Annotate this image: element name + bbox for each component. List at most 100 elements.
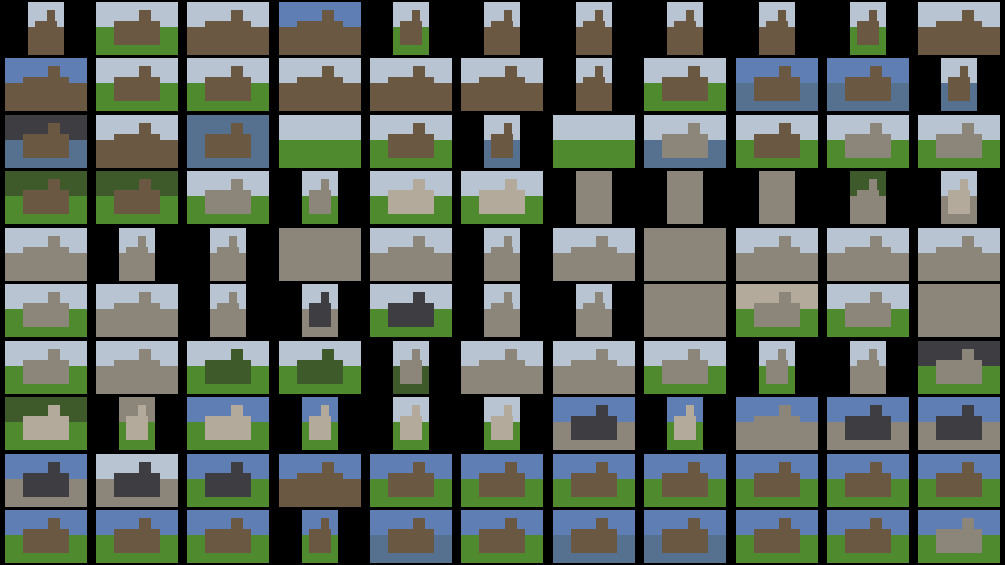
photo-subject (570, 416, 617, 441)
photo-tower (139, 179, 152, 192)
photo-tower (596, 461, 609, 474)
photo-cell (548, 226, 639, 283)
photo-subject (205, 20, 252, 45)
photo-thumbnail (849, 1, 886, 55)
photo-tower (322, 235, 335, 248)
photo-cell (457, 509, 548, 565)
photo-cell (183, 509, 274, 565)
photo-tower (320, 292, 329, 305)
photo-thumbnail (4, 510, 87, 563)
photo-subject (948, 77, 971, 102)
photo-subject (765, 20, 788, 45)
photo-cell (548, 339, 639, 396)
photo-thumbnail (370, 114, 453, 168)
photo-subject (856, 359, 879, 384)
photo-thumbnail (552, 340, 635, 394)
photo-thumbnail (393, 1, 430, 55)
photo-cell (91, 452, 182, 509)
photo-subject (936, 133, 983, 158)
photo-cell (731, 283, 822, 340)
photo-tower (686, 179, 695, 192)
photo-cell (548, 509, 639, 565)
photo-thumbnail (370, 284, 453, 337)
photo-tower (503, 405, 512, 418)
photo-cell (365, 396, 456, 453)
photo-cell (914, 113, 1005, 170)
photo-subject (844, 416, 891, 441)
photo-cell (548, 0, 639, 57)
photo-thumbnail (735, 284, 818, 337)
photo-subject (205, 529, 252, 554)
photo-cell (548, 170, 639, 227)
photo-tower (777, 9, 786, 22)
photo-cell (0, 170, 91, 227)
photo-thumbnail (96, 284, 179, 337)
photo-thumbnail (96, 58, 179, 111)
photo-cell (183, 396, 274, 453)
photo-subject (479, 472, 526, 497)
photo-cell (457, 113, 548, 170)
photo-tower (687, 461, 700, 474)
photo-tower (778, 405, 791, 418)
photo-subject (296, 20, 343, 45)
photo-cell (822, 509, 913, 565)
photo-subject (114, 359, 161, 384)
photo-contact-sheet (0, 0, 1005, 565)
photo-tower (503, 122, 512, 135)
photo-thumbnail (644, 340, 727, 394)
photo-tower (320, 179, 329, 192)
photo-subject (753, 246, 800, 271)
photo-subject (479, 529, 526, 554)
photo-subject (22, 133, 69, 158)
photo-thumbnail (484, 1, 521, 55)
photo-thumbnail (4, 284, 87, 337)
photo-tower (961, 235, 974, 248)
photo-subject (34, 20, 57, 45)
photo-tower (778, 122, 791, 135)
photo-thumbnail (735, 510, 818, 563)
photo-cell (0, 113, 91, 170)
photo-tower (138, 405, 147, 418)
photo-tower (47, 66, 60, 79)
photo-tower (47, 348, 60, 361)
photo-cell (640, 509, 731, 565)
photo-tower (503, 235, 512, 248)
photo-subject (662, 133, 709, 158)
photo-thumbnail (826, 114, 909, 168)
photo-tower (777, 179, 786, 192)
photo-tower (322, 461, 335, 474)
photo-cell (548, 452, 639, 509)
photo-subject (205, 190, 252, 215)
photo-thumbnail (484, 284, 521, 337)
photo-thumbnail (4, 340, 87, 394)
photo-thumbnail (735, 453, 818, 507)
photo-tower (777, 348, 786, 361)
photo-thumbnail (918, 227, 1001, 281)
photo-tower (504, 179, 517, 192)
photo-tower (47, 122, 60, 135)
photo-tower (138, 235, 147, 248)
photo-subject (308, 416, 331, 441)
photo-subject (308, 190, 331, 215)
photo-tower (229, 235, 238, 248)
photo-cell (274, 339, 365, 396)
photo-cell (731, 452, 822, 509)
photo-tower (594, 9, 603, 22)
photo-subject (296, 246, 343, 271)
photo-cell (731, 57, 822, 114)
photo-tower (594, 66, 603, 79)
photo-tower (229, 292, 238, 305)
photo-tower (961, 518, 974, 531)
photo-cell (822, 57, 913, 114)
photo-subject (400, 20, 423, 45)
photo-tower (230, 348, 243, 361)
photo-tower (47, 235, 60, 248)
photo-cell (91, 283, 182, 340)
photo-thumbnail (461, 171, 544, 224)
photo-subject (400, 416, 423, 441)
photo-cell (914, 170, 1005, 227)
photo-subject (22, 190, 69, 215)
photo-cell (457, 57, 548, 114)
photo-ground (278, 153, 361, 168)
photo-subject (114, 20, 161, 45)
